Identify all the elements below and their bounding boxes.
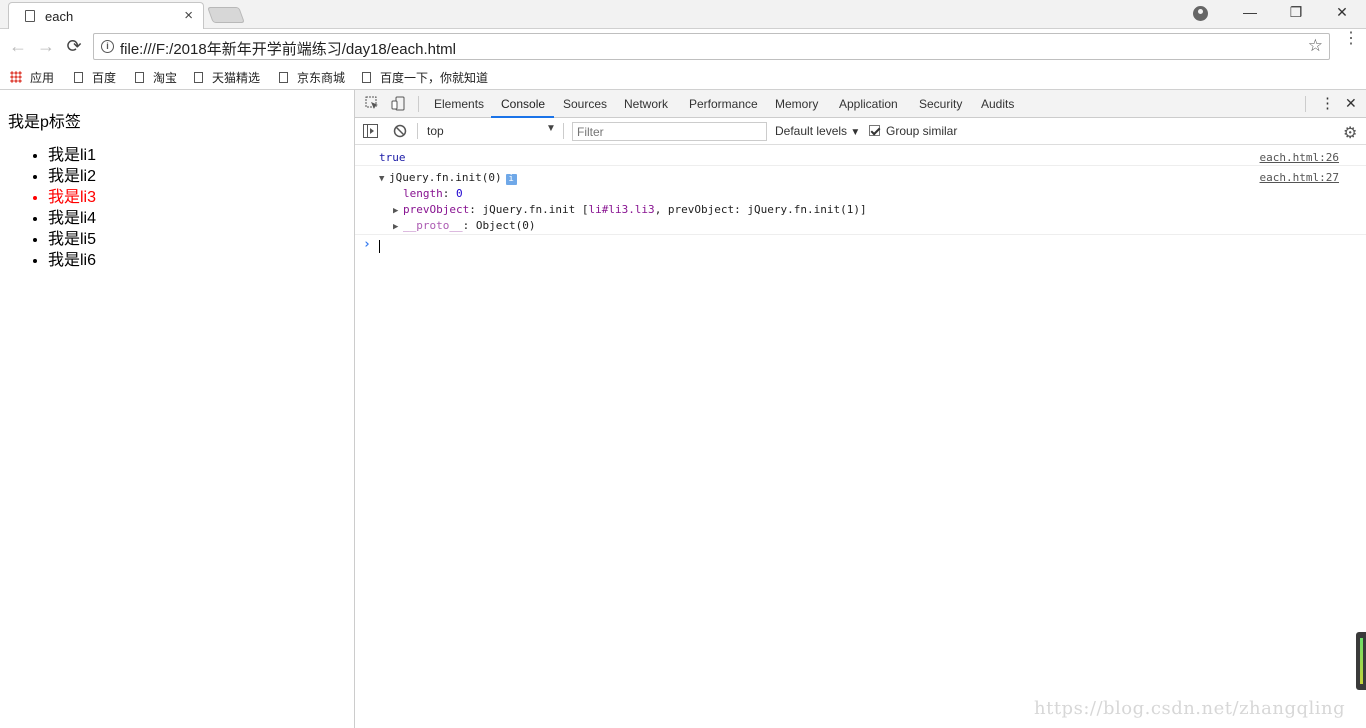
devtools-panel: Elements Console Sources Network Perform… bbox=[354, 90, 1366, 728]
console-value: true bbox=[379, 151, 406, 164]
forward-button[interactable]: → bbox=[35, 36, 57, 57]
document-icon bbox=[194, 72, 203, 83]
list-item: 我是li5 bbox=[48, 229, 96, 250]
divider bbox=[355, 165, 1366, 166]
context-select[interactable]: top bbox=[427, 124, 444, 138]
chevron-down-icon[interactable]: ▼ bbox=[546, 123, 556, 134]
document-icon bbox=[25, 10, 35, 22]
divider bbox=[1305, 96, 1306, 112]
new-tab-button[interactable] bbox=[207, 7, 245, 23]
list-item: 我是li6 bbox=[48, 250, 96, 271]
expanded-triangle-icon[interactable]: ▼ bbox=[379, 174, 389, 184]
document-icon bbox=[362, 72, 371, 83]
source-link[interactable]: each.html:27 bbox=[1260, 171, 1339, 184]
url-text[interactable]: file:///F:/2018年新年开学前端练习/day18/each.html bbox=[120, 38, 456, 59]
devtools-close-button[interactable]: ✕ bbox=[1345, 95, 1357, 112]
browser-tab[interactable]: each × bbox=[8, 2, 204, 29]
tab-security[interactable]: Security bbox=[919, 97, 962, 111]
console-settings-icon[interactable]: ⚙ bbox=[1343, 123, 1357, 143]
divider bbox=[418, 96, 419, 112]
divider bbox=[355, 234, 1366, 235]
property-value: 0 bbox=[456, 187, 463, 200]
sidebar-toggle-icon[interactable] bbox=[363, 124, 378, 141]
tab-elements[interactable]: Elements bbox=[434, 97, 484, 111]
tab-application[interactable]: Application bbox=[839, 97, 898, 111]
devtools-more-button[interactable]: ⋮ bbox=[1320, 94, 1335, 112]
object-summary[interactable]: ▼ jQuery.fn.init(0) i bbox=[379, 171, 517, 185]
profile-icon[interactable] bbox=[1193, 6, 1208, 21]
device-toolbar-icon[interactable] bbox=[391, 96, 405, 114]
bookmark-jd[interactable]: 京东商城 bbox=[279, 69, 345, 86]
bookmark-star-icon[interactable]: ☆ bbox=[1308, 36, 1323, 56]
apps-grid-icon bbox=[10, 71, 22, 83]
reload-button[interactable]: ⟳ bbox=[63, 36, 85, 57]
divider bbox=[417, 123, 418, 139]
list-item: 我是li2 bbox=[48, 166, 96, 187]
console-prompt-icon: › bbox=[363, 237, 371, 252]
clear-console-icon[interactable] bbox=[393, 124, 407, 141]
bookmark-taobao[interactable]: 淘宝 bbox=[135, 69, 177, 86]
browser-tab-strip: each × — ❐ ✕ bbox=[0, 0, 1366, 29]
list-item: 我是li4 bbox=[48, 208, 96, 229]
scrollbar-thumb[interactable] bbox=[1356, 632, 1366, 690]
source-link[interactable]: each.html:26 bbox=[1260, 151, 1339, 164]
bookmark-baidu[interactable]: 百度 bbox=[74, 69, 116, 86]
bookmarks-bar: 应用 百度 淘宝 天猫精选 京东商城 百度一下，你就知道 bbox=[0, 64, 1366, 90]
inspect-element-icon[interactable] bbox=[365, 96, 379, 113]
bookmark-tmall[interactable]: 天猫精选 bbox=[194, 69, 260, 86]
close-window-button[interactable]: ✕ bbox=[1327, 4, 1357, 21]
tab-sources[interactable]: Sources bbox=[563, 97, 607, 111]
bookmark-apps[interactable]: 应用 bbox=[10, 69, 54, 86]
tab-console[interactable]: Console bbox=[501, 97, 545, 111]
group-similar-toggle[interactable]: Group similar bbox=[869, 124, 957, 138]
item-list: 我是li1 我是li2 我是li3 我是li4 我是li5 我是li6 bbox=[48, 145, 96, 271]
browser-toolbar: ← → ⟳ i file:///F:/2018年新年开学前端练习/day18/e… bbox=[0, 29, 1366, 64]
tab-memory[interactable]: Memory bbox=[775, 97, 818, 111]
console-input[interactable] bbox=[379, 240, 380, 253]
tab-title: each bbox=[45, 9, 74, 24]
document-icon bbox=[279, 72, 288, 83]
page-content: 我是p标签 我是li1 我是li2 我是li3 我是li4 我是li5 我是li… bbox=[0, 90, 354, 728]
console-filter-input[interactable] bbox=[572, 122, 767, 141]
document-icon bbox=[135, 72, 144, 83]
divider bbox=[563, 123, 564, 139]
console-output: true each.html:26 ▼ jQuery.fn.init(0) i ea… bbox=[355, 145, 1366, 728]
property-key: length bbox=[403, 187, 443, 200]
watermark: https://blog.csdn.net/zhangqling bbox=[1034, 698, 1346, 719]
browser-menu-button[interactable]: ⋮ bbox=[1343, 31, 1359, 47]
collapsed-triangle-icon[interactable]: ▶ bbox=[393, 222, 403, 232]
info-icon[interactable]: i bbox=[101, 40, 114, 53]
tab-performance[interactable]: Performance bbox=[689, 97, 758, 111]
property-value: Object(0) bbox=[475, 219, 536, 232]
tab-network[interactable]: Network bbox=[624, 97, 668, 111]
info-badge-icon[interactable]: i bbox=[505, 174, 517, 185]
paragraph: 我是p标签 bbox=[8, 114, 81, 131]
back-button[interactable]: ← bbox=[7, 36, 29, 57]
address-bar[interactable]: i file:///F:/2018年新年开学前端练习/day18/each.ht… bbox=[93, 33, 1330, 60]
group-similar-checkbox[interactable] bbox=[869, 125, 880, 136]
document-icon bbox=[74, 72, 83, 83]
tab-audits[interactable]: Audits bbox=[981, 97, 1014, 111]
tab-close-icon[interactable]: × bbox=[184, 7, 193, 24]
list-item-highlighted: 我是li3 bbox=[48, 187, 96, 208]
console-toolbar: top ▼ Default levels ▼ Group similar ⚙ bbox=[355, 118, 1366, 145]
list-item: 我是li1 bbox=[48, 145, 96, 166]
property-key: __proto__ bbox=[403, 219, 463, 232]
log-levels-dropdown[interactable]: Default levels ▼ bbox=[775, 124, 860, 138]
bookmark-baidu-search[interactable]: 百度一下，你就知道 bbox=[362, 69, 488, 86]
restore-button[interactable]: ❐ bbox=[1281, 4, 1311, 21]
collapsed-triangle-icon[interactable]: ▶ bbox=[393, 206, 403, 216]
devtools-tab-bar: Elements Console Sources Network Perform… bbox=[355, 90, 1366, 118]
property-key: prevObject bbox=[403, 203, 470, 216]
minimize-button[interactable]: — bbox=[1235, 4, 1265, 20]
chevron-down-icon: ▼ bbox=[850, 127, 861, 138]
